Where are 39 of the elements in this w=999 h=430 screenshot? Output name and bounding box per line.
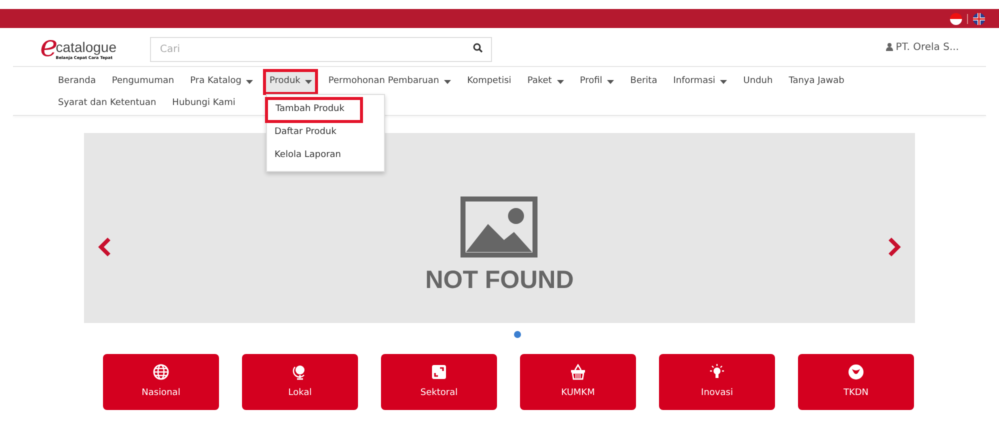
emblem-icon bbox=[848, 364, 864, 380]
uk-flag-icon[interactable] bbox=[973, 12, 985, 24]
search-field[interactable]: Cari bbox=[150, 36, 492, 62]
globe-icon bbox=[153, 364, 169, 380]
category-tile[interactable]: Inovasi bbox=[659, 354, 775, 410]
nav-item[interactable]: Beranda bbox=[55, 72, 99, 92]
nav-item[interactable]: Informasi bbox=[670, 72, 730, 92]
user-name[interactable]: PT. Orela S... bbox=[896, 40, 959, 54]
indonesia-flag-icon[interactable] bbox=[950, 12, 962, 24]
nav-item[interactable]: Profil bbox=[576, 72, 618, 92]
category-tile[interactable]: Nasional bbox=[103, 354, 219, 410]
category-tile[interactable]: Sektoral bbox=[381, 354, 497, 410]
nav-item[interactable]: Pengumuman bbox=[108, 72, 178, 92]
chevron-left-icon[interactable] bbox=[98, 237, 112, 257]
chevron-right-icon[interactable] bbox=[887, 237, 901, 257]
dropdown-item[interactable]: Kelola Laporan bbox=[267, 146, 384, 166]
nav-item[interactable]: Hubungi Kami bbox=[169, 94, 238, 114]
category-tile[interactable]: TKDN bbox=[798, 354, 914, 410]
basket-icon bbox=[570, 364, 586, 380]
nav-item[interactable]: Kompetisi bbox=[464, 72, 514, 92]
nav-item[interactable]: Unduh bbox=[740, 72, 776, 92]
nav-item[interactable]: Syarat dan Ketentuan bbox=[55, 94, 160, 114]
nav-item[interactable]: Pra Katalog bbox=[187, 72, 256, 92]
nav-item[interactable]: Paket bbox=[524, 72, 567, 92]
user-icon bbox=[886, 43, 893, 51]
nav-item[interactable]: Berita bbox=[627, 72, 660, 92]
category-tile[interactable]: KUMKM bbox=[520, 354, 636, 410]
nav-item[interactable]: Permohonan Pembaruan bbox=[325, 72, 454, 92]
not-found-text: NOT FOUND bbox=[425, 265, 574, 296]
search-icon[interactable] bbox=[473, 42, 483, 52]
image-icon bbox=[460, 196, 538, 258]
expand-icon bbox=[431, 364, 447, 380]
dropdown-item[interactable]: Tambah Produk bbox=[268, 100, 360, 120]
nav-item[interactable]: Produk bbox=[266, 72, 316, 92]
dropdown-item[interactable]: Daftar Produk bbox=[267, 123, 384, 143]
logo-text: catalogue bbox=[56, 39, 116, 55]
lightbulb-icon bbox=[709, 364, 725, 380]
category-tile[interactable]: Lokal bbox=[242, 354, 358, 410]
nav-item[interactable]: Tanya Jawab bbox=[786, 72, 848, 92]
